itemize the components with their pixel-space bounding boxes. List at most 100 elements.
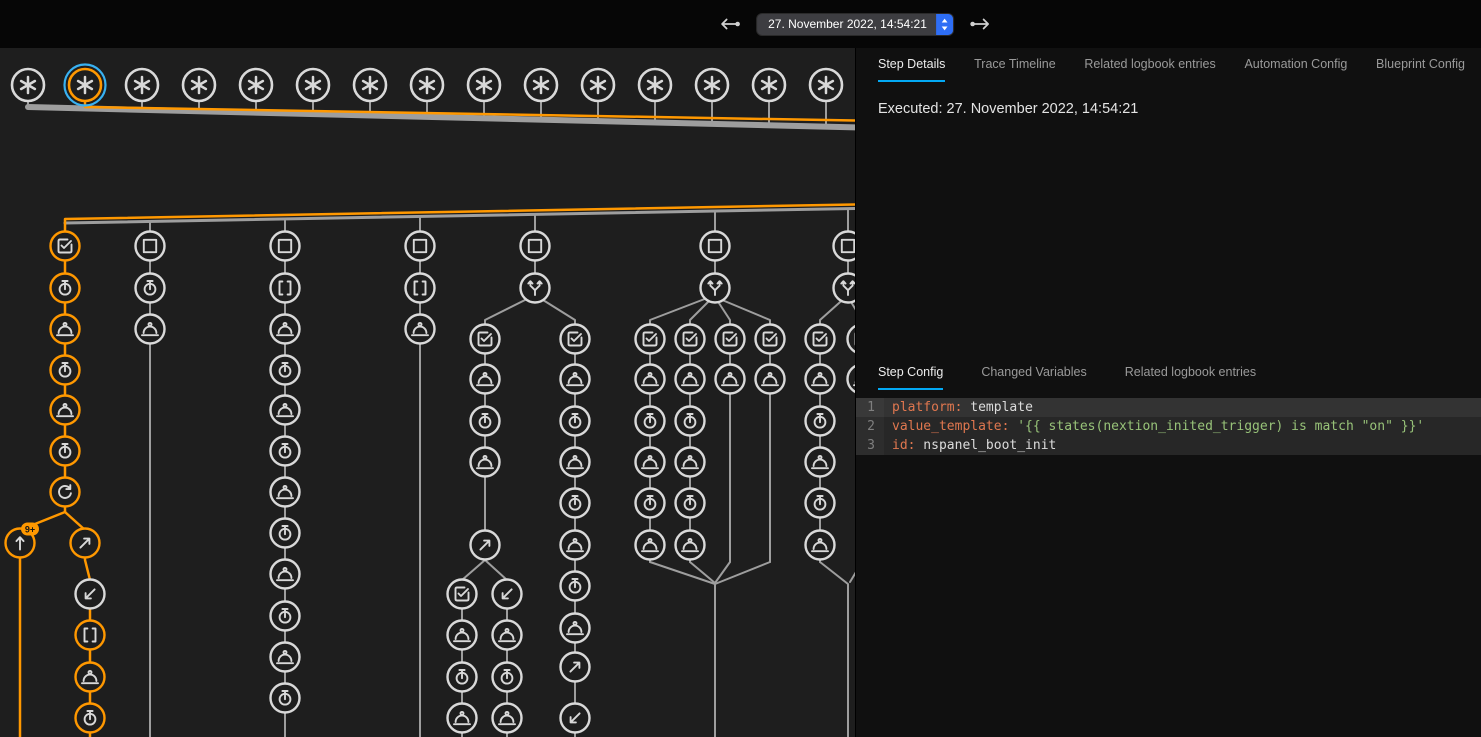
service-node[interactable] <box>676 365 705 394</box>
trigger-node[interactable] <box>525 69 557 101</box>
arrow-down-left-node[interactable] <box>493 580 522 609</box>
timer-node[interactable] <box>806 407 835 436</box>
timer-node[interactable] <box>561 407 590 436</box>
brackets-node[interactable] <box>271 274 300 303</box>
checkbox-node[interactable] <box>701 232 730 261</box>
checkbox-node[interactable] <box>136 232 165 261</box>
service-node[interactable] <box>716 365 745 394</box>
service-node[interactable] <box>271 643 300 672</box>
tab-blueprint-config[interactable]: Blueprint Config <box>1376 48 1465 82</box>
service-node[interactable] <box>806 448 835 477</box>
split-node[interactable] <box>701 274 730 303</box>
timer-node[interactable] <box>51 356 80 385</box>
timer-node[interactable] <box>636 489 665 518</box>
tab-changed-variables[interactable]: Changed Variables <box>981 356 1086 390</box>
service-node[interactable] <box>561 614 590 643</box>
timer-node[interactable] <box>51 274 80 303</box>
timer-node[interactable] <box>271 437 300 466</box>
arrow-up-right-node[interactable] <box>471 531 500 560</box>
condition-node[interactable] <box>561 325 590 354</box>
next-run-icon[interactable] <box>969 12 993 36</box>
timer-node[interactable] <box>271 356 300 385</box>
service-node[interactable] <box>471 448 500 477</box>
timer-node[interactable] <box>271 519 300 548</box>
service-node[interactable] <box>561 365 590 394</box>
service-node[interactable] <box>561 531 590 560</box>
condition-node[interactable] <box>716 325 745 354</box>
service-node[interactable] <box>493 621 522 650</box>
run-selector[interactable]: 27. November 2022, 14:54:21 <box>757 14 953 35</box>
timer-node[interactable] <box>493 663 522 692</box>
service-node[interactable] <box>406 315 435 344</box>
service-node[interactable] <box>493 704 522 733</box>
timer-node[interactable] <box>806 489 835 518</box>
service-node[interactable] <box>756 365 785 394</box>
trigger-node[interactable] <box>411 69 443 101</box>
service-node[interactable] <box>636 365 665 394</box>
arrow-up-right-node[interactable] <box>561 653 590 682</box>
previous-run-icon[interactable] <box>717 12 741 36</box>
trigger-node[interactable] <box>696 69 728 101</box>
trigger-node[interactable] <box>297 69 329 101</box>
trigger-node[interactable] <box>354 69 386 101</box>
checkbox-node[interactable] <box>834 232 856 261</box>
service-node[interactable] <box>636 448 665 477</box>
service-node[interactable] <box>561 448 590 477</box>
trigger-node[interactable] <box>126 69 158 101</box>
tab-trace-timeline[interactable]: Trace Timeline <box>974 48 1056 82</box>
condition-node[interactable] <box>51 232 80 261</box>
condition-node[interactable] <box>756 325 785 354</box>
service-node[interactable] <box>51 315 80 344</box>
condition-node[interactable] <box>848 325 856 354</box>
trigger-node[interactable] <box>240 69 272 101</box>
brackets-node[interactable] <box>76 621 105 650</box>
arrow-down-left-node[interactable] <box>76 580 105 609</box>
trigger-node[interactable] <box>183 69 215 101</box>
trigger-node[interactable] <box>65 65 106 106</box>
arrow-down-left-node[interactable] <box>561 704 590 733</box>
service-node[interactable] <box>676 531 705 560</box>
trace-graph-pane[interactable]: 9+ <box>0 48 855 737</box>
service-node[interactable] <box>271 315 300 344</box>
trigger-node[interactable] <box>582 69 614 101</box>
service-node[interactable] <box>271 478 300 507</box>
tab-automation-config[interactable]: Automation Config <box>1244 48 1347 82</box>
service-node[interactable] <box>448 621 477 650</box>
arrow-up-node[interactable]: 9+ <box>6 523 40 558</box>
trigger-node[interactable] <box>468 69 500 101</box>
timer-node[interactable] <box>676 407 705 436</box>
split-node[interactable] <box>521 274 550 303</box>
service-node[interactable] <box>271 560 300 589</box>
condition-node[interactable] <box>806 325 835 354</box>
tab-step-details[interactable]: Step Details <box>878 48 945 82</box>
checkbox-node[interactable] <box>521 232 550 261</box>
service-node[interactable] <box>848 365 856 394</box>
service-node[interactable] <box>136 315 165 344</box>
timer-node[interactable] <box>51 437 80 466</box>
tab-related-logbook-entries-bottom[interactable]: Related logbook entries <box>1125 356 1256 390</box>
timer-node[interactable] <box>448 663 477 692</box>
service-node[interactable] <box>806 365 835 394</box>
condition-node[interactable] <box>636 325 665 354</box>
service-node[interactable] <box>676 448 705 477</box>
condition-node[interactable] <box>448 580 477 609</box>
trigger-node[interactable] <box>12 69 44 101</box>
tab-related-logbook-entries[interactable]: Related logbook entries <box>1084 48 1215 82</box>
service-node[interactable] <box>76 663 105 692</box>
service-node[interactable] <box>636 531 665 560</box>
checkbox-node[interactable] <box>271 232 300 261</box>
service-node[interactable] <box>271 396 300 425</box>
checkbox-node[interactable] <box>406 232 435 261</box>
service-node[interactable] <box>471 365 500 394</box>
timer-node[interactable] <box>471 407 500 436</box>
timer-node[interactable] <box>561 572 590 601</box>
timer-node[interactable] <box>271 684 300 713</box>
split-node[interactable] <box>834 274 856 303</box>
timer-node[interactable] <box>136 274 165 303</box>
tab-step-config[interactable]: Step Config <box>878 356 943 390</box>
service-node[interactable] <box>51 396 80 425</box>
timer-node[interactable] <box>676 489 705 518</box>
service-node[interactable] <box>806 531 835 560</box>
trigger-node[interactable] <box>639 69 671 101</box>
timer-node[interactable] <box>561 489 590 518</box>
